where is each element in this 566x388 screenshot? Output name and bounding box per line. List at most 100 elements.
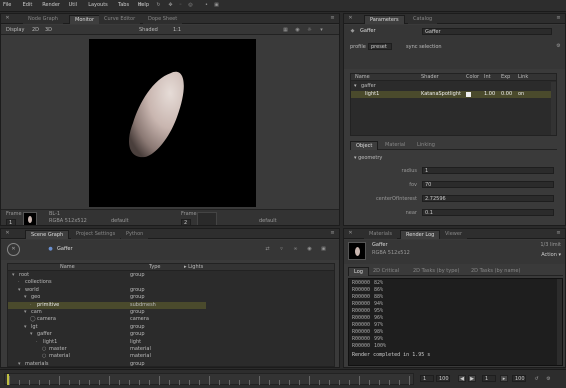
param-field[interactable]: 1 bbox=[422, 167, 554, 174]
step-button[interactable]: ▸ bbox=[500, 375, 508, 382]
lock-icon[interactable]: ▣ bbox=[321, 247, 326, 252]
tab-monitor[interactable]: Monitor bbox=[69, 15, 101, 24]
camera-icon[interactable]: ◉ bbox=[295, 28, 300, 33]
tab-2d-critical[interactable]: 2D Critical bbox=[368, 267, 404, 276]
view-icon[interactable]: ▣ bbox=[214, 3, 219, 8]
col-exp[interactable]: Exp bbox=[501, 74, 510, 81]
expand-icon[interactable]: · bbox=[30, 302, 32, 309]
tree-row[interactable]: ▾ geo group bbox=[8, 294, 334, 301]
geometry-section[interactable]: ▾ geometry bbox=[354, 155, 382, 162]
col-color[interactable]: Color bbox=[466, 74, 479, 81]
col-int[interactable]: Int bbox=[484, 74, 491, 81]
scenegraph-stop-button[interactable]: ✕ bbox=[7, 243, 20, 256]
tree-row[interactable]: ▾ lgt group bbox=[8, 324, 334, 331]
param-field[interactable]: 70 bbox=[422, 181, 554, 188]
tab-render-log[interactable]: Render Log bbox=[400, 230, 441, 239]
expand-icon[interactable]: ▾ bbox=[24, 294, 27, 301]
expand-icon[interactable]: ○ bbox=[42, 346, 46, 353]
col-name[interactable]: Name bbox=[355, 74, 370, 81]
tab-object[interactable]: Object bbox=[350, 141, 379, 150]
log-scrollbar[interactable] bbox=[557, 279, 562, 365]
expand-icon[interactable]: · bbox=[36, 339, 38, 346]
timeline-out-field[interactable]: 100 bbox=[512, 375, 526, 382]
tree-row[interactable]: ▾ world group bbox=[8, 287, 334, 294]
node-name-field[interactable]: Gaffer bbox=[422, 28, 552, 35]
settings-icon[interactable]: ✥ bbox=[168, 3, 173, 8]
tab-material[interactable]: Material bbox=[380, 141, 410, 150]
tree-row[interactable]: ▾ root group bbox=[8, 272, 334, 279]
light-color-swatch[interactable] bbox=[466, 92, 471, 97]
more-icon[interactable]: ▾ bbox=[319, 28, 324, 33]
grid-icon[interactable]: ▦ bbox=[283, 28, 288, 33]
param-field[interactable]: 0.1 bbox=[422, 209, 554, 216]
toggle-3d[interactable]: 3D bbox=[45, 27, 52, 34]
tab-project-settings[interactable]: Project Settings bbox=[71, 230, 121, 239]
light-group-row[interactable]: ▾ gaffer bbox=[351, 83, 556, 90]
panel-menu-icon[interactable]: ≡ bbox=[330, 16, 335, 21]
close-icon[interactable]: ✕ bbox=[5, 231, 10, 236]
tree-row[interactable]: · collections bbox=[8, 279, 334, 286]
tab-catalog[interactable]: Catalog bbox=[408, 15, 438, 24]
playhead[interactable] bbox=[7, 374, 9, 385]
expand-icon[interactable]: ▾ bbox=[354, 83, 357, 90]
tree-row[interactable]: ○ material material bbox=[8, 353, 334, 360]
expand-icon[interactable]: ▾ bbox=[24, 324, 27, 331]
tab-2d-tasks-name[interactable]: 2D Tasks (by name) bbox=[466, 267, 525, 276]
tab-linking[interactable]: Linking bbox=[412, 141, 440, 150]
expand-icon[interactable]: ▾ bbox=[24, 309, 27, 316]
tree-row[interactable]: ▾ materials group bbox=[8, 361, 334, 367]
tab-node-graph[interactable]: Node Graph bbox=[23, 15, 63, 24]
viewport[interactable] bbox=[89, 39, 256, 207]
col-lights[interactable]: ▸ Lights bbox=[184, 264, 203, 271]
zoom-readout[interactable]: 1:1 bbox=[173, 27, 181, 34]
loop-icon[interactable]: ↺ bbox=[534, 377, 539, 382]
table-scrollbar[interactable] bbox=[551, 82, 556, 135]
expand-icon[interactable]: ▾ bbox=[18, 287, 21, 294]
tab-curve-editor[interactable]: Curve Editor bbox=[99, 15, 141, 24]
param-field[interactable]: 2.72596 bbox=[422, 195, 554, 202]
timeline-current-field[interactable]: 1 bbox=[420, 375, 434, 382]
menu-item-render[interactable]: Render bbox=[42, 2, 60, 9]
reload-icon[interactable]: ↻ bbox=[156, 3, 161, 8]
frame-field[interactable]: 1 bbox=[6, 219, 16, 225]
tree-row[interactable]: ◯ camera camera bbox=[8, 316, 334, 323]
tab-dope-sheet[interactable]: Dope Sheet bbox=[143, 15, 183, 24]
tree-row[interactable]: ○ master material bbox=[8, 346, 334, 353]
col-type[interactable]: Type bbox=[149, 264, 160, 271]
tab-python[interactable]: Python bbox=[121, 230, 149, 239]
menu-item-tabs[interactable]: Tabs bbox=[118, 2, 129, 9]
timeline-ruler[interactable] bbox=[4, 373, 414, 385]
pin-icon[interactable]: • bbox=[204, 3, 209, 8]
close-icon[interactable]: ✕ bbox=[5, 16, 10, 21]
tree-row[interactable]: ▾ gaffer group bbox=[8, 331, 334, 338]
play-forward-button[interactable]: ▶ bbox=[468, 375, 476, 382]
col-link[interactable]: Link bbox=[518, 74, 528, 81]
expand-icon[interactable]: ○ bbox=[42, 353, 46, 360]
thumbnail-b[interactable] bbox=[197, 212, 217, 225]
arrow-icon[interactable]: ⇄ bbox=[265, 247, 270, 252]
light-icon[interactable]: ☼ bbox=[307, 28, 312, 33]
menu-item-layouts[interactable]: Layouts bbox=[88, 2, 108, 9]
link-icon[interactable]: ∞ bbox=[293, 247, 298, 252]
col-name[interactable]: Name bbox=[60, 264, 75, 271]
panel-menu-icon[interactable]: ≡ bbox=[556, 16, 561, 21]
tab-log[interactable]: Log bbox=[348, 267, 369, 276]
display-label[interactable]: Display bbox=[6, 27, 24, 34]
close-icon[interactable]: ✕ bbox=[348, 16, 353, 21]
toggle-2d[interactable]: 2D bbox=[32, 27, 39, 34]
timeline-in-field[interactable]: 1 bbox=[482, 375, 496, 382]
settings-icon[interactable]: ⚙ bbox=[546, 377, 551, 382]
panel-menu-icon[interactable]: ≡ bbox=[330, 231, 335, 236]
filter-icon[interactable]: ▿ bbox=[279, 247, 284, 252]
frame-b-field[interactable]: 2 bbox=[181, 219, 191, 225]
action-dropdown[interactable]: Action ▾ bbox=[541, 252, 561, 259]
expand-icon[interactable]: ▾ bbox=[18, 361, 21, 367]
gear-icon[interactable]: ⚙ bbox=[138, 3, 143, 8]
tool-icon[interactable]: ◦ bbox=[178, 3, 183, 8]
tab-materials[interactable]: Materials bbox=[364, 230, 397, 239]
expand-icon[interactable]: · bbox=[18, 279, 20, 286]
expand-icon[interactable]: ▾ bbox=[30, 331, 33, 338]
tab-parameters[interactable]: Parameters bbox=[364, 15, 405, 24]
options-icon[interactable]: ⚙ bbox=[556, 44, 561, 49]
tab-scene-graph[interactable]: Scene Graph bbox=[25, 230, 70, 239]
